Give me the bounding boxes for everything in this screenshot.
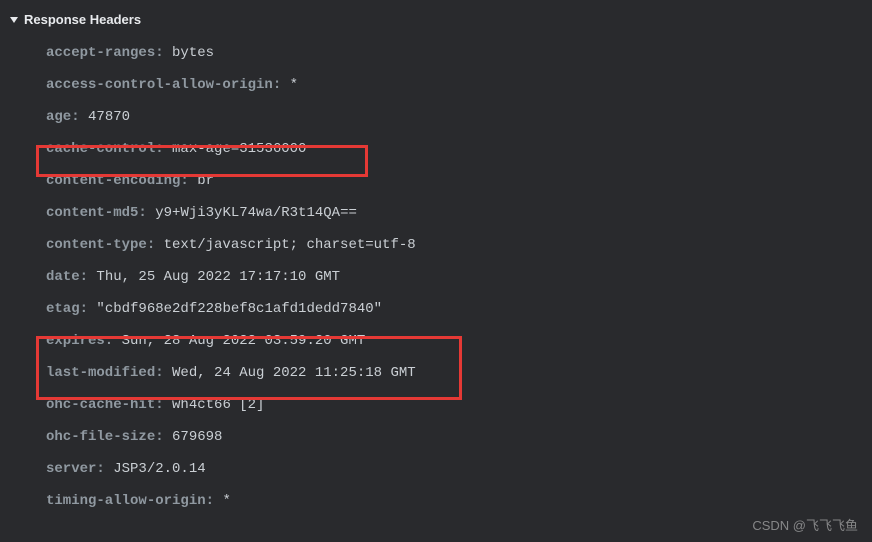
header-name: content-type: — [46, 237, 155, 253]
header-name: etag: — [46, 301, 88, 317]
header-value: br — [197, 173, 214, 189]
header-value: wh4ct66 [2] — [172, 397, 264, 413]
header-name: age: — [46, 109, 80, 125]
header-value: JSP3/2.0.14 — [113, 461, 205, 477]
triangle-down-icon — [10, 17, 18, 23]
response-headers-panel: Response Headers accept-ranges: bytes ac… — [0, 0, 872, 525]
header-row: content-md5: y9+Wji3yKL74wa/R3t14QA== — [46, 197, 872, 229]
header-name: accept-ranges: — [46, 45, 164, 61]
header-name: expires: — [46, 333, 113, 349]
header-name: ohc-file-size: — [46, 429, 164, 445]
header-name: cache-control: — [46, 141, 164, 157]
header-value: 679698 — [172, 429, 222, 445]
header-row: content-encoding: br — [46, 165, 872, 197]
header-row: access-control-allow-origin: * — [46, 69, 872, 101]
header-row: content-type: text/javascript; charset=u… — [46, 229, 872, 261]
header-row: date: Thu, 25 Aug 2022 17:17:10 GMT — [46, 261, 872, 293]
header-row: age: 47870 — [46, 101, 872, 133]
header-name: timing-allow-origin: — [46, 493, 214, 509]
header-row: timing-allow-origin: * — [46, 485, 872, 517]
response-headers-toggle[interactable]: Response Headers — [0, 8, 872, 31]
header-row: ohc-cache-hit: wh4ct66 [2] — [46, 389, 872, 421]
header-row: last-modified: Wed, 24 Aug 2022 11:25:18… — [46, 357, 872, 389]
header-value: bytes — [172, 45, 214, 61]
header-value: Thu, 25 Aug 2022 17:17:10 GMT — [96, 269, 340, 285]
header-value: Sun, 28 Aug 2022 03:59:20 GMT — [122, 333, 366, 349]
header-name: date: — [46, 269, 88, 285]
header-row: cache-control: max-age=31536000 — [46, 133, 872, 165]
header-value: * — [222, 493, 230, 509]
header-name: last-modified: — [46, 365, 164, 381]
header-name: server: — [46, 461, 105, 477]
headers-list: accept-ranges: bytes access-control-allo… — [0, 31, 872, 517]
header-name: ohc-cache-hit: — [46, 397, 164, 413]
section-title: Response Headers — [24, 12, 141, 27]
header-name: access-control-allow-origin: — [46, 77, 281, 93]
header-row: expires: Sun, 28 Aug 2022 03:59:20 GMT — [46, 325, 872, 357]
header-row: etag: "cbdf968e2df228bef8c1afd1dedd7840" — [46, 293, 872, 325]
header-name: content-encoding: — [46, 173, 189, 189]
header-value: y9+Wji3yKL74wa/R3t14QA== — [155, 205, 357, 221]
header-value: max-age=31536000 — [172, 141, 306, 157]
header-row: server: JSP3/2.0.14 — [46, 453, 872, 485]
header-value: Wed, 24 Aug 2022 11:25:18 GMT — [172, 365, 416, 381]
header-row: accept-ranges: bytes — [46, 37, 872, 69]
header-value: "cbdf968e2df228bef8c1afd1dedd7840" — [96, 301, 382, 317]
header-row: ohc-file-size: 679698 — [46, 421, 872, 453]
header-name: content-md5: — [46, 205, 147, 221]
header-value: 47870 — [88, 109, 130, 125]
header-value: * — [290, 77, 298, 93]
header-value: text/javascript; charset=utf-8 — [164, 237, 416, 253]
